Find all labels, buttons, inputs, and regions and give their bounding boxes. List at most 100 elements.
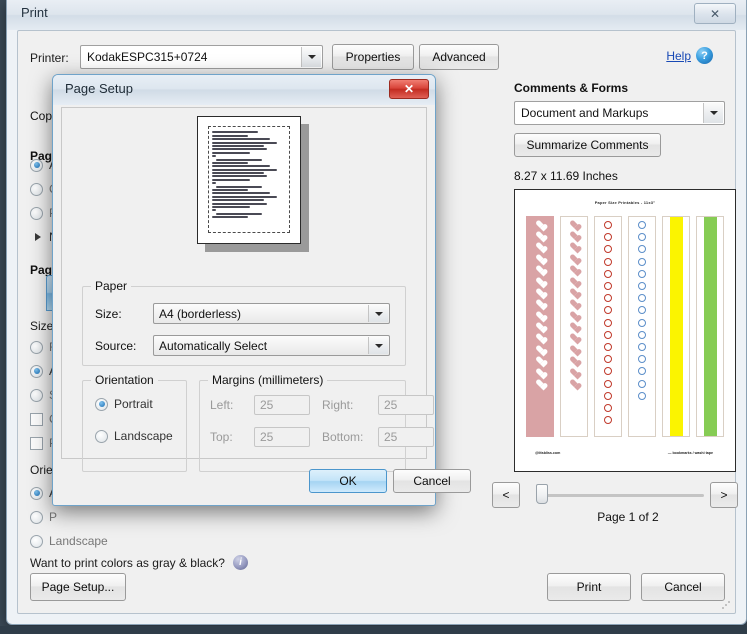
orientation-legend: Orientation	[91, 373, 158, 387]
radio-icon[interactable]	[30, 534, 43, 548]
gray-black-question: Want to print colors as gray & black? i	[30, 555, 248, 570]
chevron-right-icon[interactable]	[35, 233, 41, 241]
margin-right-label: Right:	[322, 398, 354, 412]
paper-legend: Paper	[91, 279, 132, 293]
page-setup-ok-button[interactable]: OK	[309, 469, 387, 493]
page-setup-titlebar: Page Setup ✕	[53, 75, 435, 105]
close-icon[interactable]: ✕	[389, 79, 429, 99]
page-setup-dialog: Page Setup ✕ Paper Size: A4 (borderless)…	[52, 74, 471, 506]
page-setup-title: Page Setup	[65, 81, 133, 96]
page-slider-track[interactable]	[536, 494, 704, 497]
margin-top-label: Top:	[210, 430, 233, 444]
chevron-down-icon[interactable]	[703, 103, 723, 123]
pink-heart-filled-strip	[526, 216, 554, 437]
help-link[interactable]: Help	[666, 49, 691, 63]
radio-icon[interactable]	[30, 388, 43, 402]
page-setup-body: Paper Size: A4 (borderless) Source: Auto…	[61, 107, 434, 472]
orientation-landscape-label: Landscape	[114, 429, 173, 443]
chevron-down-icon[interactable]	[368, 305, 388, 322]
chevron-down-icon[interactable]	[368, 337, 388, 354]
orientation-option-portrait[interactable]: P	[30, 505, 190, 529]
size-label: Size	[30, 319, 54, 333]
margin-left-row: Left: 25	[210, 395, 310, 415]
margin-right-input[interactable]: 25	[378, 395, 434, 415]
document-preview[interactable]: Paper Size Printables - 11x3" @litsbliss…	[514, 189, 736, 472]
paper-size-value: A4 (borderless)	[159, 306, 242, 321]
window-titlebar: Print ✕	[7, 0, 746, 30]
paper-size-row: Size: A4 (borderless)	[95, 303, 390, 324]
blue-circle-strip	[628, 216, 656, 437]
radio-icon[interactable]	[30, 364, 43, 378]
info-icon[interactable]: i	[232, 555, 248, 570]
properties-button[interactable]: Properties	[332, 44, 414, 70]
copies-label: Copi	[30, 109, 55, 123]
page-setup-cancel-button[interactable]: Cancel	[393, 469, 471, 493]
right-preview-column: Comments & Forms Document and Markups Su…	[492, 81, 742, 524]
radio-icon[interactable]	[30, 340, 43, 354]
page-setup-button[interactable]: Page Setup...	[30, 573, 126, 601]
orientation-portrait-label: Portrait	[114, 397, 153, 411]
red-circle-strip	[594, 216, 622, 437]
question-mark-icon[interactable]: ?	[696, 47, 713, 64]
radio-icon[interactable]	[95, 429, 108, 443]
preview-navigation: < > Page 1 of 2	[492, 482, 742, 524]
window-title: Print	[21, 5, 48, 20]
printer-select[interactable]: KodakESPC315+0724	[80, 45, 323, 69]
preview-strip-area	[526, 216, 724, 437]
margin-bottom-row: Bottom: 25	[322, 427, 434, 447]
comments-forms-selected-value: Document and Markups	[521, 106, 649, 120]
previous-page-button[interactable]: <	[492, 482, 520, 508]
paper-source-value: Automatically Select	[159, 338, 268, 353]
advanced-button[interactable]: Advanced	[419, 44, 499, 70]
margin-left-input[interactable]: 25	[254, 395, 310, 415]
preview-sheet-title: Paper Size Printables - 11x3"	[594, 200, 656, 205]
margin-top-row: Top: 25	[210, 427, 310, 447]
paper-fieldset: Paper Size: A4 (borderless) Source: Auto…	[82, 279, 406, 366]
print-button[interactable]: Print	[547, 573, 631, 601]
orientation-fieldset: Orientation Portrait Landscape	[82, 373, 187, 472]
margin-top-input[interactable]: 25	[254, 427, 310, 447]
comments-forms-select[interactable]: Document and Markups	[514, 101, 725, 125]
close-icon[interactable]: ✕	[694, 3, 736, 24]
resize-grip-icon[interactable]	[721, 600, 731, 610]
thumbnail-page	[197, 116, 301, 244]
margin-bottom-label: Bottom:	[322, 430, 364, 444]
paper-dimensions-text: 8.27 x 11.69 Inches	[514, 169, 618, 183]
orientation-option-portrait-label: P	[49, 510, 58, 524]
margin-bottom-input[interactable]: 25	[378, 427, 434, 447]
paper-source-select[interactable]: Automatically Select	[153, 335, 390, 356]
orientation-portrait-option[interactable]: Portrait	[95, 397, 153, 411]
paper-size-select[interactable]: A4 (borderless)	[153, 303, 390, 324]
radio-icon[interactable]	[30, 182, 43, 196]
printer-label: Printer:	[30, 51, 69, 65]
checkbox-icon[interactable]	[30, 436, 43, 450]
preview-footer-left: @litsbliss.com	[535, 451, 561, 455]
orientation-option-landscape-label: Landscape	[49, 534, 108, 548]
page-slider-thumb[interactable]	[536, 484, 548, 504]
orientation-landscape-option[interactable]: Landscape	[95, 429, 173, 443]
page-preview-thumbnail	[197, 116, 309, 252]
paper-source-label: Source:	[95, 338, 137, 353]
radio-icon[interactable]	[95, 397, 108, 411]
paper-source-row: Source: Automatically Select	[95, 335, 390, 356]
next-page-button[interactable]: >	[710, 482, 738, 508]
cancel-button[interactable]: Cancel	[641, 573, 725, 601]
desktop-taskbar	[0, 626, 747, 634]
margin-right-row: Right: 25	[322, 395, 434, 415]
green-bar-strip	[696, 216, 724, 437]
yellow-bar-strip	[662, 216, 690, 437]
summarize-comments-button[interactable]: Summarize Comments	[514, 133, 661, 157]
radio-icon[interactable]	[30, 206, 43, 220]
preview-footer-right: — bookmarks / washi tape	[667, 451, 713, 455]
pink-heart-outline-strip	[560, 216, 588, 437]
margins-legend: Margins (millimeters)	[208, 373, 328, 387]
radio-icon[interactable]	[30, 158, 43, 172]
radio-icon[interactable]	[30, 510, 43, 524]
orientation-option-landscape[interactable]: Landscape	[30, 529, 190, 553]
checkbox-icon[interactable]	[30, 412, 43, 426]
page-count-label: Page 1 of 2	[597, 510, 659, 524]
margin-left-label: Left:	[210, 398, 234, 412]
chevron-down-icon[interactable]	[301, 47, 321, 67]
radio-icon[interactable]	[30, 486, 43, 500]
printer-selected-value: KodakESPC315+0724	[87, 50, 208, 64]
